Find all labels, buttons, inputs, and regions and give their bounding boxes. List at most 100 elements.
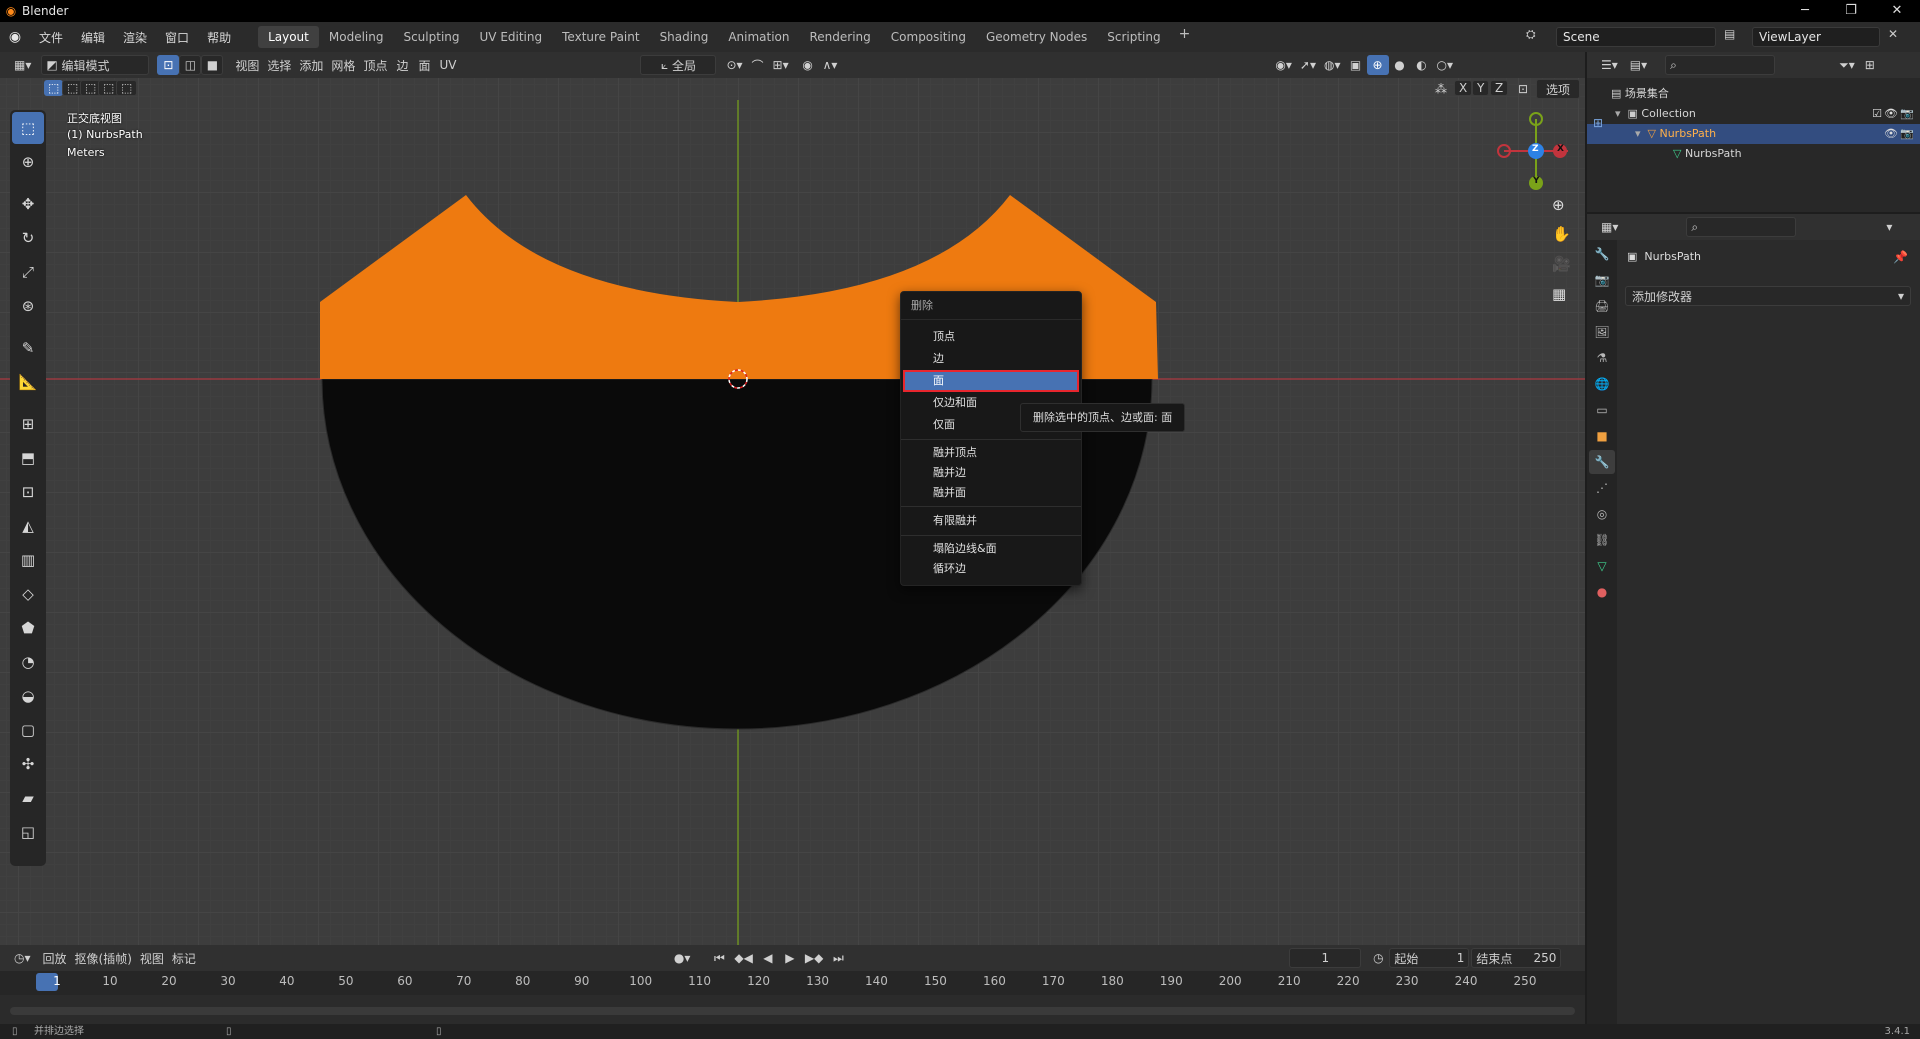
record-icon[interactable]: ●▾ bbox=[670, 948, 695, 968]
outliner-row-mesh-data[interactable]: ▽ NurbsPath bbox=[1587, 144, 1920, 164]
delete-faces-item[interactable]: 面 bbox=[903, 370, 1079, 392]
select-box-tool-icon[interactable]: ⬚ bbox=[12, 112, 44, 144]
collapse-edges-faces-item[interactable]: 塌陷边线&面 bbox=[901, 539, 1081, 559]
output-tab-icon[interactable]: 🖨 bbox=[1589, 294, 1615, 318]
3d-viewport[interactable] bbox=[0, 52, 1585, 945]
spin-tool-icon[interactable]: ◔ bbox=[12, 646, 44, 678]
proportional-edit-icon[interactable]: ◉ bbox=[797, 55, 819, 75]
menu-face[interactable]: 面 bbox=[413, 55, 435, 75]
extrude-tool-icon[interactable]: ⬒ bbox=[12, 442, 44, 474]
jump-end-icon[interactable]: ⏭ bbox=[827, 948, 849, 968]
end-frame-field[interactable]: 结束点 250 bbox=[1471, 948, 1562, 968]
poly-build-tool-icon[interactable]: ⬟ bbox=[12, 612, 44, 644]
solid-shading-icon[interactable]: ● bbox=[1389, 55, 1411, 75]
xray-toggle-icon[interactable]: ▣ bbox=[1345, 55, 1367, 75]
preview-range-icon[interactable]: ◷ bbox=[1367, 948, 1389, 968]
start-frame-field[interactable]: 起始 1 bbox=[1389, 948, 1470, 968]
inset-tool-icon[interactable]: ⊡ bbox=[12, 476, 44, 508]
jump-start-icon[interactable]: ⏮ bbox=[708, 948, 730, 968]
tab-sculpting[interactable]: Sculpting bbox=[393, 26, 469, 48]
constraints-tab-icon[interactable]: ⛓ bbox=[1589, 528, 1615, 552]
wireframe-shading-icon[interactable]: ⊕ bbox=[1366, 55, 1389, 75]
tab-modeling[interactable]: Modeling bbox=[319, 26, 394, 48]
properties-editor-type-icon[interactable]: ▦▾ bbox=[1597, 217, 1622, 237]
scale-tool-icon[interactable]: ⤢ bbox=[12, 256, 44, 288]
maximize-button[interactable]: ❐ bbox=[1828, 0, 1874, 22]
modifier-tab-icon[interactable]: 🔧 bbox=[1589, 450, 1615, 474]
properties-options-icon[interactable]: ▾ bbox=[1878, 217, 1900, 237]
dissolve-vertices-item[interactable]: 融并顶点 bbox=[901, 443, 1081, 463]
bevel-tool-icon[interactable]: ◭ bbox=[12, 510, 44, 542]
gizmo-toggle-icon[interactable]: ➚▾ bbox=[1296, 55, 1320, 75]
physics-tab-icon[interactable]: ◎ bbox=[1589, 502, 1615, 526]
menu-timeline-view[interactable]: 视图 bbox=[136, 948, 168, 968]
overlay-toggle-icon[interactable]: ◍▾ bbox=[1320, 55, 1345, 75]
menu-marker[interactable]: 标记 bbox=[168, 948, 200, 968]
annotate-tool-icon[interactable]: ✎ bbox=[12, 332, 44, 364]
pivot-icon[interactable]: ⊙▾ bbox=[722, 55, 746, 75]
current-frame-field[interactable]: 1 bbox=[1289, 948, 1362, 968]
menu-edge[interactable]: 边 bbox=[391, 55, 413, 75]
data-tab-icon[interactable]: ▽ bbox=[1589, 554, 1615, 578]
loop-cut-tool-icon[interactable]: ▥ bbox=[12, 544, 44, 576]
outliner-row-nurbspath[interactable]: ▾ ▽ NurbsPath 👁 📷 bbox=[1587, 124, 1920, 144]
pin-icon[interactable]: 📌 bbox=[1893, 250, 1908, 264]
zoom-icon[interactable]: ⊕ bbox=[1552, 196, 1565, 214]
measure-tool-icon[interactable]: 📐 bbox=[12, 366, 44, 398]
play-icon[interactable]: ▶ bbox=[779, 948, 801, 968]
display-mode-icon[interactable]: ▤▾ bbox=[1626, 55, 1651, 75]
object-tab-icon[interactable]: ■ bbox=[1589, 424, 1615, 448]
transform-tool-icon[interactable]: ⊛ bbox=[12, 290, 44, 322]
shear-tool-icon[interactable]: ▰ bbox=[12, 782, 44, 814]
outliner-editor-type-icon[interactable]: ☰▾ bbox=[1597, 55, 1622, 75]
tab-geometry-nodes[interactable]: Geometry Nodes bbox=[976, 26, 1097, 48]
menu-file[interactable]: 文件 bbox=[30, 29, 72, 46]
visibility-icon[interactable]: ◉▾ bbox=[1271, 55, 1296, 75]
minimize-button[interactable]: ─ bbox=[1782, 0, 1828, 22]
viewport-canvas[interactable] bbox=[0, 52, 1585, 945]
add-modifier-dropdown[interactable]: 添加修改器 ▾ bbox=[1625, 286, 1911, 306]
material-tab-icon[interactable]: ● bbox=[1589, 580, 1615, 604]
close-view-layer-icon[interactable]: ✕ bbox=[1888, 27, 1898, 41]
edge-slide-tool-icon[interactable]: ▢ bbox=[12, 714, 44, 746]
tab-animation[interactable]: Animation bbox=[718, 26, 799, 48]
add-cube-tool-icon[interactable]: ⊞ bbox=[12, 408, 44, 440]
outliner-row-scene-collection[interactable]: ▤ 场景集合 bbox=[1587, 84, 1920, 104]
prev-key-icon[interactable]: ◆◀ bbox=[730, 948, 756, 968]
menu-keying[interactable]: 抠像(插帧) bbox=[71, 948, 136, 968]
material-shading-icon[interactable]: ◐ bbox=[1411, 55, 1433, 75]
mirror-x-button[interactable]: X bbox=[1454, 80, 1473, 96]
outliner-row-collection[interactable]: ▾ ▣ Collection ☑ 👁 📷 bbox=[1587, 104, 1920, 124]
cursor-tool-icon[interactable]: ⊕ bbox=[12, 146, 44, 178]
edge-select-icon[interactable]: ◫ bbox=[179, 55, 202, 75]
mirror-y-button[interactable]: Y bbox=[1472, 80, 1490, 96]
next-key-icon[interactable]: ▶◆ bbox=[801, 948, 827, 968]
menu-render[interactable]: 渲染 bbox=[114, 29, 156, 46]
collection-tab-icon[interactable]: ▭ bbox=[1589, 398, 1615, 422]
face-select-icon[interactable]: ■ bbox=[201, 55, 224, 75]
mode-selector[interactable]: ◩ 编辑模式 bbox=[41, 55, 150, 75]
menu-playback[interactable]: 回放 bbox=[39, 948, 71, 968]
scene-icon[interactable]: ⛭ bbox=[1526, 27, 1536, 42]
tab-scripting[interactable]: Scripting bbox=[1097, 26, 1170, 48]
blender-menu-icon[interactable]: ◉ bbox=[0, 29, 30, 45]
select-intersect-icon[interactable]: ⬚ bbox=[116, 80, 138, 96]
rendered-shading-icon[interactable]: ○▾ bbox=[1433, 55, 1458, 75]
tab-rendering[interactable]: Rendering bbox=[800, 26, 881, 48]
menu-uv[interactable]: UV bbox=[435, 55, 460, 75]
timeline-ruler[interactable]: 1 10 20 30 40 50 60 70 80 90 100 110 120 130 140 150 160… bbox=[0, 971, 1585, 995]
menu-add[interactable]: 添加 bbox=[295, 55, 327, 75]
expand-collection-icon[interactable]: ▾ bbox=[1615, 107, 1628, 120]
editor-type-icon[interactable]: ▦▾ bbox=[10, 55, 35, 75]
menu-vertex[interactable]: 顶点 bbox=[359, 55, 391, 75]
dissolve-edges-item[interactable]: 融并边 bbox=[901, 463, 1081, 483]
delete-edges-item[interactable]: 边 bbox=[901, 348, 1081, 370]
filter-icon[interactable]: ⏷▾ bbox=[1835, 55, 1859, 75]
rotate-tool-icon[interactable]: ↻ bbox=[12, 222, 44, 254]
view-layer-icon[interactable]: ▤ bbox=[1724, 27, 1735, 41]
move-tool-icon[interactable]: ✥ bbox=[12, 188, 44, 220]
tab-shading[interactable]: Shading bbox=[650, 26, 719, 48]
dissolve-faces-item[interactable]: 融并面 bbox=[901, 483, 1081, 503]
world-tab-icon[interactable]: 🌐 bbox=[1589, 372, 1615, 396]
render-tab-icon[interactable]: 📷 bbox=[1589, 268, 1615, 292]
